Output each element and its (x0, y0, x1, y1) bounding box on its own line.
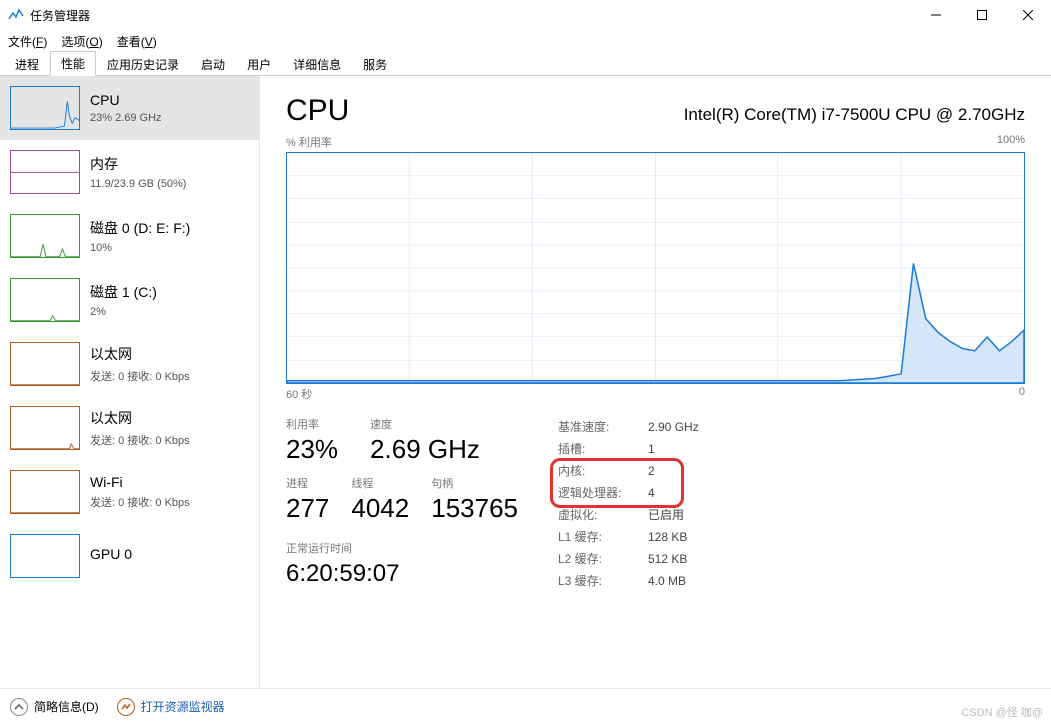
specs-table: 基准速度:2.90 GHz 插槽:1 内核:2 逻辑处理器:4 虚拟化:已启用 … (558, 416, 699, 592)
menu-options[interactable]: 选项(O) (61, 33, 102, 50)
disk-thumb-icon (10, 278, 80, 322)
spec-val: 512 KB (648, 548, 687, 570)
handles-label: 句柄 (431, 475, 518, 491)
sidebar-item-name: Wi-Fi (90, 474, 190, 490)
sidebar-item-disk0[interactable]: 磁盘 0 (D: E: F:) 10% (0, 204, 259, 268)
sidebar-item-detail: 发送: 0 接收: 0 Kbps (90, 432, 190, 448)
window-title: 任务管理器 (30, 7, 90, 24)
chart-xmin: 0 (1019, 386, 1025, 402)
utilization-value: 23% (286, 434, 338, 465)
menu-bar: 文件(F) 选项(O) 查看(V) (0, 30, 1051, 52)
sidebar-item-detail: 11.9/23.9 GB (50%) (90, 178, 186, 190)
sidebar-item-detail: 23% 2.69 GHz (90, 112, 162, 124)
uptime-value: 6:20:59:07 (286, 560, 518, 588)
spec-val: 4 (648, 482, 655, 504)
chevron-up-icon (10, 698, 28, 716)
monitor-icon (117, 698, 135, 716)
chart-ylabel: % 利用率 (286, 134, 332, 150)
tab-app-history[interactable]: 应用历史记录 (96, 52, 190, 76)
menu-view[interactable]: 查看(V) (117, 33, 157, 50)
sidebar-item-memory[interactable]: 内存 11.9/23.9 GB (50%) (0, 140, 259, 204)
sidebar-item-detail: 2% (90, 306, 157, 318)
memory-thumb-icon (10, 150, 80, 194)
spec-val: 已启用 (648, 504, 684, 526)
ethernet-thumb-icon (10, 342, 80, 386)
sidebar-item-wifi[interactable]: Wi-Fi 发送: 0 接收: 0 Kbps (0, 460, 259, 524)
footer-bar: 简略信息(D) 打开资源监视器 (0, 688, 1051, 724)
cpu-model-name: Intel(R) Core(TM) i7-7500U CPU @ 2.70GHz (684, 105, 1025, 125)
tab-bar: 进程 性能 应用历史记录 启动 用户 详细信息 服务 (0, 52, 1051, 76)
minimize-button[interactable] (913, 0, 959, 30)
spec-key: 内核: (558, 460, 648, 482)
spec-key: 基准速度: (558, 416, 648, 438)
chart-xlabel: 60 秒 (286, 386, 312, 402)
spec-key: 插槽: (558, 438, 648, 460)
ethernet-thumb-icon (10, 406, 80, 450)
spec-key: L3 缓存: (558, 570, 648, 592)
tab-details[interactable]: 详细信息 (282, 52, 352, 76)
sidebar-item-name: 内存 (90, 154, 186, 174)
tab-processes[interactable]: 进程 (4, 52, 50, 76)
main-panel: CPU Intel(R) Core(TM) i7-7500U CPU @ 2.7… (260, 76, 1051, 688)
handles-value: 153765 (431, 493, 518, 524)
spec-val: 2.90 GHz (648, 416, 699, 438)
speed-value: 2.69 GHz (370, 434, 480, 465)
sidebar-item-ethernet0[interactable]: 以太网发送: 0 接收: 0 Kbps (0, 332, 259, 396)
spec-val: 4.0 MB (648, 570, 686, 592)
threads-label: 线程 (351, 475, 409, 491)
processes-label: 进程 (286, 475, 329, 491)
tab-users[interactable]: 用户 (236, 52, 282, 76)
sidebar-item-name: 以太网 (90, 344, 190, 364)
spec-val: 1 (648, 438, 655, 460)
tab-services[interactable]: 服务 (352, 52, 398, 76)
sidebar-item-name: 以太网 (90, 408, 190, 428)
sidebar-item-detail: 发送: 0 接收: 0 Kbps (90, 494, 190, 510)
open-resource-monitor-link[interactable]: 打开资源监视器 (117, 698, 225, 716)
tab-performance[interactable]: 性能 (50, 51, 96, 76)
sidebar-item-name: CPU (90, 92, 162, 108)
tab-startup[interactable]: 启动 (190, 52, 236, 76)
spec-val: 128 KB (648, 526, 687, 548)
spec-val: 2 (648, 460, 655, 482)
title-bar: 任务管理器 (0, 0, 1051, 30)
cpu-thumb-icon (10, 86, 80, 130)
sidebar-item-cpu[interactable]: CPU 23% 2.69 GHz (0, 76, 259, 140)
main-heading: CPU (286, 94, 349, 128)
wifi-thumb-icon (10, 470, 80, 514)
speed-label: 速度 (370, 416, 480, 432)
spec-key: 逻辑处理器: (558, 482, 648, 504)
sidebar-item-name: GPU 0 (90, 546, 132, 562)
uptime-label: 正常运行时间 (286, 540, 518, 556)
sidebar-item-name: 磁盘 0 (D: E: F:) (90, 218, 190, 238)
sidebar-item-detail: 10% (90, 242, 190, 254)
sidebar-item-name: 磁盘 1 (C:) (90, 282, 157, 302)
brief-info-toggle[interactable]: 简略信息(D) (10, 698, 99, 716)
utilization-label: 利用率 (286, 416, 338, 432)
threads-value: 4042 (351, 493, 409, 524)
spec-key: L1 缓存: (558, 526, 648, 548)
disk-thumb-icon (10, 214, 80, 258)
chart-ymax: 100% (997, 134, 1025, 150)
sidebar-item-detail: 发送: 0 接收: 0 Kbps (90, 368, 190, 384)
watermark-text: CSDN @怪 咖@ (961, 704, 1043, 720)
spec-key: L2 缓存: (558, 548, 648, 570)
maximize-button[interactable] (959, 0, 1005, 30)
sidebar[interactable]: CPU 23% 2.69 GHz 内存 11.9/23.9 GB (50%) 磁盘 … (0, 76, 260, 688)
sidebar-item-ethernet1[interactable]: 以太网发送: 0 接收: 0 Kbps (0, 396, 259, 460)
gpu-thumb-icon (10, 534, 80, 578)
app-icon (8, 7, 24, 23)
sidebar-item-disk1[interactable]: 磁盘 1 (C:) 2% (0, 268, 259, 332)
close-button[interactable] (1005, 0, 1051, 30)
cpu-usage-chart (286, 152, 1025, 384)
menu-file[interactable]: 文件(F) (8, 33, 47, 50)
sidebar-item-gpu0[interactable]: GPU 0 (0, 524, 259, 588)
processes-value: 277 (286, 493, 329, 524)
spec-key: 虚拟化: (558, 504, 648, 526)
